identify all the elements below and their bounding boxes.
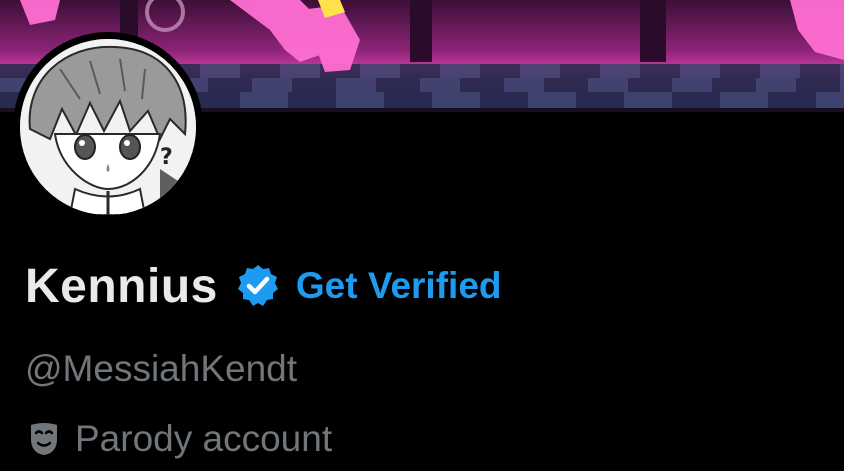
avatar-artwork: ? (20, 39, 196, 215)
theater-mask-icon (27, 421, 61, 457)
verified-badge-icon[interactable] (234, 262, 282, 310)
parody-text: Parody account (75, 418, 333, 459)
get-verified-link[interactable]: Get Verified (296, 265, 502, 307)
avatar-image: ? (20, 39, 196, 215)
svg-text:?: ? (160, 145, 173, 170)
avatar[interactable]: ? (13, 32, 203, 222)
name-row: Kennius Get Verified (25, 256, 502, 316)
parody-label: Parody account (27, 418, 332, 460)
user-handle: @MessiahKendt (25, 348, 298, 389)
display-name: Kennius (25, 259, 218, 313)
profile-header: ? Kennius Get Verified @MessiahKendt Par… (0, 0, 844, 471)
